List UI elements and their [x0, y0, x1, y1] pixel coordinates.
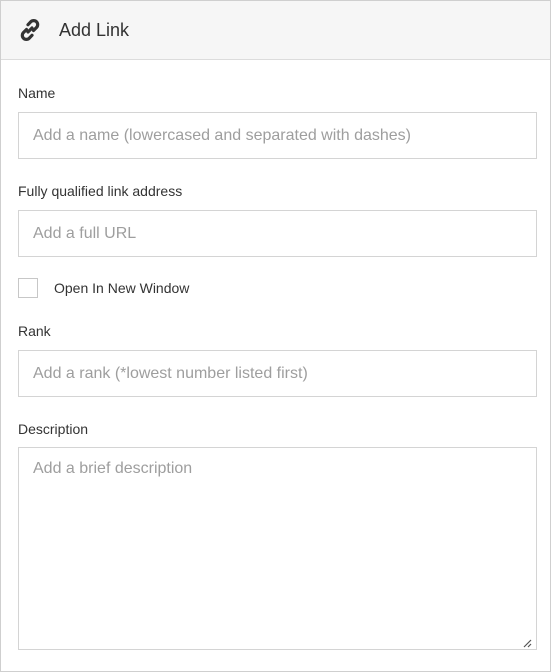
- resize-handle-icon[interactable]: [522, 635, 532, 648]
- panel-header: Add Link: [1, 1, 550, 60]
- rank-input[interactable]: Add a rank (*lowest number listed first): [18, 350, 537, 397]
- rank-label: Rank: [18, 323, 51, 339]
- url-label: Fully qualified link address: [18, 183, 183, 199]
- rank-placeholder: Add a rank (*lowest number listed first): [33, 364, 308, 382]
- name-label: Name: [18, 85, 56, 101]
- description-label: Description: [18, 421, 89, 437]
- name-placeholder: Add a name (lowercased and separated wit…: [33, 126, 411, 144]
- url-placeholder: Add a full URL: [33, 224, 137, 242]
- description-textarea[interactable]: Add a brief description: [18, 447, 537, 650]
- open-new-window-checkbox[interactable]: [18, 278, 38, 298]
- url-input[interactable]: Add a full URL: [18, 210, 537, 257]
- name-input[interactable]: Add a name (lowercased and separated wit…: [18, 112, 537, 159]
- panel-title: Add Link: [59, 19, 130, 40]
- link-icon: [17, 17, 43, 43]
- add-link-panel: Add Link Name Add a name (lowercased and…: [0, 0, 551, 672]
- description-placeholder: Add a brief description: [33, 460, 193, 477]
- open-new-window-label[interactable]: Open In New Window: [54, 280, 189, 296]
